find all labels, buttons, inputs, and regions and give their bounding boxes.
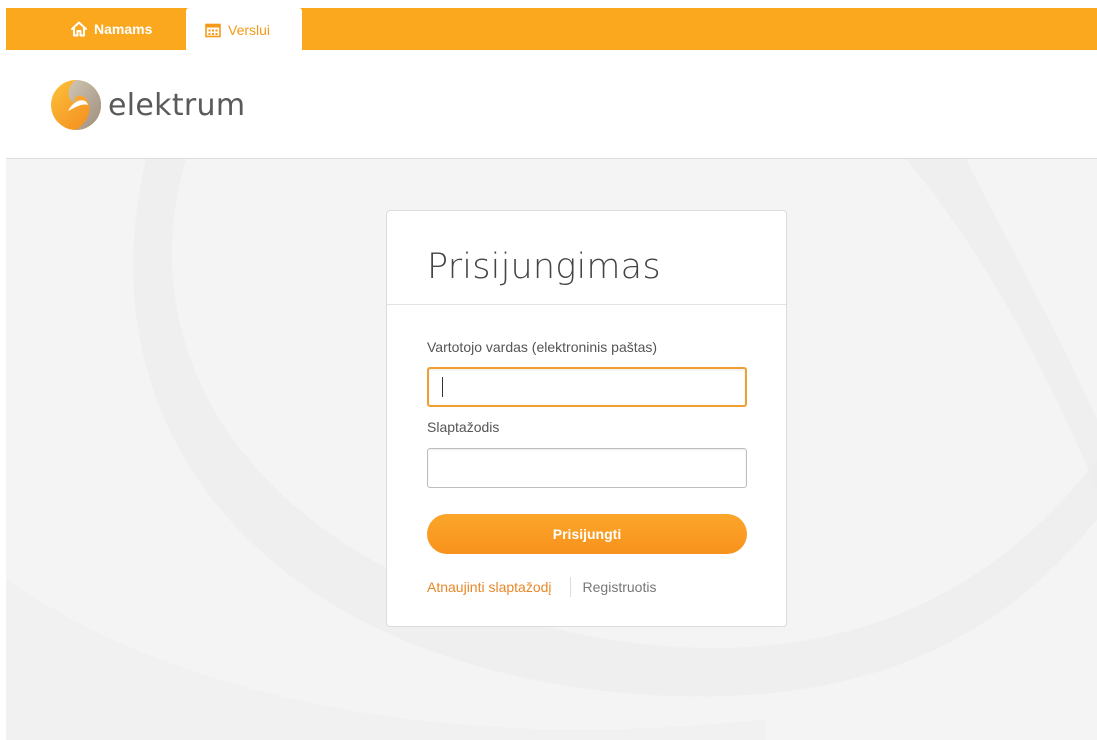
home-icon	[70, 20, 88, 38]
login-links: Atnaujinti slaptažodį Registruotis	[427, 577, 656, 597]
elektrum-logo[interactable]: elektrum	[50, 79, 245, 131]
page: Namams Verslui elektrum Prisijungimas Va…	[0, 0, 1097, 740]
reset-password-link[interactable]: Atnaujinti slaptažodį	[427, 579, 552, 595]
elektrum-logo-text: elektrum	[108, 87, 246, 123]
top-navigation-bar: Namams Verslui	[6, 8, 1097, 51]
password-input[interactable]	[427, 448, 747, 488]
building-icon	[204, 21, 222, 39]
login-card: Prisijungimas Vartotojo vardas (elektron…	[386, 210, 787, 627]
links-divider	[569, 577, 571, 597]
site-header: elektrum	[6, 50, 1097, 159]
login-button[interactable]: Prisijungti	[427, 514, 747, 554]
username-input[interactable]	[427, 367, 747, 407]
tab-verslui[interactable]: Verslui	[186, 8, 302, 51]
card-divider	[387, 304, 786, 305]
browser-viewport: Namams Verslui elektrum Prisijungimas Va…	[6, 8, 1097, 740]
register-link[interactable]: Registruotis	[583, 579, 657, 595]
username-label: Vartotojo vardas (elektroninis paštas)	[427, 339, 658, 355]
text-caret	[442, 377, 443, 397]
tab-namams-label: Namams	[94, 21, 153, 37]
tab-namams[interactable]: Namams	[62, 8, 180, 50]
tab-verslui-label: Verslui	[228, 21, 271, 38]
password-label: Slaptažodis	[427, 419, 500, 435]
login-title: Prisijungimas	[427, 247, 661, 287]
elektrum-logo-icon	[51, 80, 101, 130]
